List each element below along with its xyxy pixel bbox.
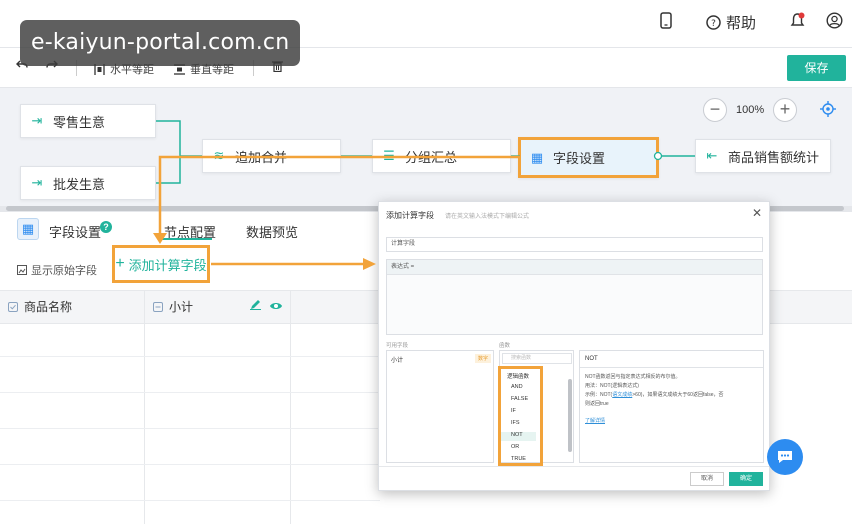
watermark: e-kaiyun-portal.com.cn	[20, 20, 300, 66]
dialog-hint: 请在英文输入法模式下编辑公式	[445, 214, 530, 220]
bell-icon[interactable]	[790, 12, 805, 29]
function-list-scrollbar[interactable]	[568, 379, 572, 452]
node-append-merge-label: 追加合并	[235, 149, 288, 165]
table-icon: ▦	[17, 218, 39, 240]
table-row-divider	[0, 500, 380, 501]
column-header-label: 小计	[169, 300, 194, 314]
question-circle-icon[interactable]: ?	[100, 221, 112, 233]
node-group-summary[interactable]: ☰ 分组汇总	[372, 139, 511, 173]
edit-icon[interactable]	[250, 299, 261, 313]
panel-title: 字段设置	[49, 225, 102, 240]
locate-icon[interactable]	[820, 101, 836, 120]
node-field-settings-label: 字段设置	[553, 151, 606, 166]
function-search-input[interactable]: 搜索函数	[502, 353, 572, 364]
input-icon: ⇥	[31, 175, 43, 190]
table-row-divider	[0, 464, 380, 465]
doc-title: NOT	[580, 351, 763, 368]
doc-example-field: 语文成绩	[612, 392, 633, 398]
output-icon: ⇤	[706, 148, 718, 163]
zoom-in-button[interactable]: +	[773, 98, 797, 122]
help-button[interactable]: ? 帮助	[706, 12, 756, 33]
svg-text:?: ?	[711, 19, 716, 29]
input-icon: ⇥	[31, 113, 43, 128]
doc-description: NOT函数返回与指定表达式相反的布尔值。	[585, 374, 681, 380]
node-retail-label: 零售生意	[53, 114, 106, 130]
tab-data-preview[interactable]: 数据预览	[246, 222, 298, 241]
chat-fab[interactable]	[767, 439, 803, 475]
add-calc-field-dialog: 添加计算字段 请在英文输入法模式下编辑公式 ✕ 计算字段 表达式 = 可用字段 …	[378, 201, 770, 491]
available-fields-list: 小计 数字	[386, 350, 494, 463]
save-button[interactable]: 保存	[787, 55, 846, 81]
add-calc-field-button[interactable]: + 添加计算字段	[112, 245, 210, 283]
node-wholesale-label: 批发生意	[53, 176, 106, 192]
function-list-highlight	[498, 366, 543, 466]
doc-example-suffix: >60)，如果语文成绩大于60返回false，否	[632, 392, 724, 398]
node-append-merge[interactable]: ≋ 追加合并	[202, 139, 341, 173]
doc-example: 示例：NOT(语文成绩>60)，如果语文成绩大于60返回false，否	[585, 391, 724, 398]
node-retail[interactable]: ⇥ 零售生意	[20, 104, 156, 138]
doc-learn-more-link[interactable]: 了解详情	[585, 417, 605, 424]
zoom-out-button[interactable]: −	[703, 98, 727, 122]
field-name-input[interactable]: 计算字段	[386, 237, 763, 252]
dialog-footer-divider	[379, 466, 769, 467]
chat-icon	[778, 451, 792, 463]
column-divider	[144, 290, 145, 524]
image-icon	[17, 265, 27, 275]
cancel-button[interactable]: 取消	[690, 472, 724, 486]
column-header-product[interactable]: 商品名称	[8, 298, 72, 315]
checkbox-icon	[8, 301, 18, 312]
eye-icon[interactable]	[269, 300, 283, 314]
doc-example-cont: 则返回true	[585, 401, 609, 407]
doc-example-prefix: 示例：NOT(	[585, 392, 613, 398]
add-calc-field-label: 添加计算字段	[128, 257, 207, 273]
list-icon: ☰	[383, 148, 395, 163]
table-row-divider	[0, 356, 380, 357]
expression-label: 表达式 =	[387, 260, 762, 275]
node-field-settings[interactable]: ▦ 字段设置	[518, 137, 659, 178]
table-icon: ▦	[530, 149, 544, 165]
plus-icon: +	[115, 255, 125, 272]
close-icon[interactable]: ✕	[752, 206, 762, 220]
functions-label: 函数	[499, 343, 511, 349]
field-item-label: 小计	[391, 358, 404, 364]
number-type-icon	[153, 301, 163, 312]
column-header-subtotal[interactable]: 小计	[153, 298, 193, 315]
user-icon[interactable]	[826, 12, 843, 29]
field-type-badge: 数字	[474, 354, 491, 363]
doc-usage: 用法：NOT(逻辑表达式)	[585, 383, 639, 389]
show-original-button[interactable]: 显示原始字段	[17, 262, 97, 278]
function-doc-panel: NOT NOT函数返回与指定表达式相反的布尔值。 用法：NOT(逻辑表达式) 示…	[579, 350, 764, 463]
table-row-divider	[0, 428, 380, 429]
mobile-icon[interactable]	[660, 12, 672, 29]
show-original-label: 显示原始字段	[31, 265, 97, 277]
node-output[interactable]: ⇤ 商品销售额统计	[695, 139, 831, 173]
expression-editor[interactable]: 表达式 =	[386, 259, 763, 335]
help-label: 帮助	[726, 15, 757, 32]
node-group-summary-label: 分组汇总	[405, 149, 458, 165]
merge-icon: ≋	[213, 148, 225, 163]
node-wholesale[interactable]: ⇥ 批发生意	[20, 166, 156, 200]
fields-label: 可用字段	[386, 343, 409, 349]
column-header-label: 商品名称	[24, 300, 73, 314]
field-item[interactable]: 小计 数字	[391, 354, 491, 364]
table-row-divider	[0, 392, 380, 393]
node-output-label: 商品销售额统计	[728, 149, 820, 165]
dialog-title: 添加计算字段	[386, 211, 434, 220]
tab-active-indicator	[162, 238, 212, 240]
column-divider	[290, 290, 291, 524]
zoom-level: 100%	[736, 104, 765, 116]
question-circle-icon: ?	[706, 15, 721, 30]
ok-button[interactable]: 确定	[729, 472, 763, 486]
